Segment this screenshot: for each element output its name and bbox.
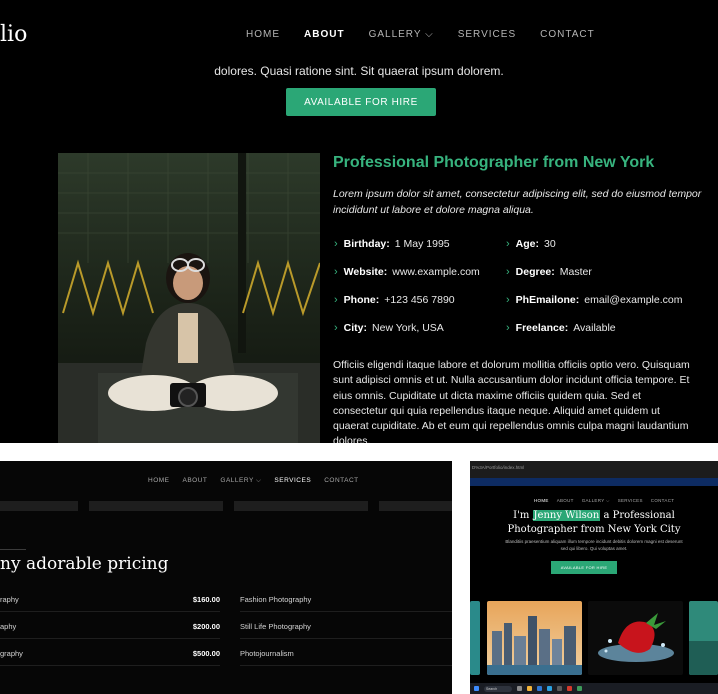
start-icon[interactable]	[474, 686, 479, 691]
price-row: Still Life Photography	[240, 614, 452, 639]
settings-icon[interactable]	[557, 686, 562, 691]
edge-icon[interactable]	[547, 686, 552, 691]
gallery-card[interactable]	[470, 601, 480, 675]
pricing-section-screenshot: HOME ABOUT GALLERY ⌵ SERVICES CONTACT ny…	[0, 461, 452, 694]
nav-about[interactable]: ABOUT	[183, 477, 208, 485]
chevron-right-icon: ›	[334, 294, 338, 306]
price-row: graphy $500.00	[0, 641, 220, 666]
price-row: Fashion Photography	[240, 587, 452, 612]
fact-degree: › Degree: Master	[506, 266, 592, 278]
browser-address-bar[interactable]: D%3A/Portfolio/index.html	[470, 461, 718, 478]
chevron-down-icon: ⌵	[425, 29, 434, 40]
chevron-right-icon: ›	[506, 322, 510, 334]
main-nav: HOME ABOUT GALLERY ⌵ SERVICES CONTACT	[246, 29, 595, 40]
available-for-hire-button[interactable]: AVAILABLE FOR HIRE	[551, 561, 617, 574]
folder-icon[interactable]	[527, 686, 532, 691]
nav-home[interactable]: HOME	[246, 29, 280, 40]
fact-website: › Website: www.example.com	[334, 266, 480, 278]
fact-age: › Age: 30	[506, 238, 556, 250]
pricing-title: ny adorable pricing	[0, 554, 169, 574]
hero-name-highlight: Jenny Wilson	[532, 510, 601, 521]
fact-birthday: › Birthday: 1 May 1995	[334, 238, 450, 250]
gallery-card-city[interactable]	[487, 601, 582, 675]
nav-contact[interactable]: CONTACT	[324, 477, 358, 485]
nav-gallery[interactable]: GALLERY ⌵	[369, 29, 434, 40]
browser-tab-strip	[470, 478, 718, 486]
nav-home[interactable]: HOME	[148, 477, 170, 485]
hero-title: I'm Jenny Wilson a Professional Photogra…	[507, 510, 681, 535]
chevron-down-icon: ⌵	[605, 498, 610, 503]
fact-phone: › Phone: +123 456 7890	[334, 294, 455, 306]
nav-about[interactable]: ABOUT	[304, 29, 345, 40]
nav-services[interactable]: SERVICES	[274, 477, 311, 485]
chevron-right-icon: ›	[334, 322, 338, 334]
gallery-card-strawberry[interactable]	[588, 601, 683, 675]
hero-section-screenshot: D%3A/Portfolio/index.html HOME ABOUT GAL…	[470, 461, 718, 694]
fact-city: › City: New York, USA	[334, 322, 444, 334]
chevron-right-icon: ›	[506, 294, 510, 306]
chevron-right-icon: ›	[506, 238, 510, 250]
task-view-icon[interactable]	[517, 686, 522, 691]
gallery-card[interactable]	[689, 601, 718, 675]
price-row: aphy $200.00	[0, 614, 220, 639]
taskbar-search[interactable]: Search	[484, 685, 512, 692]
fact-email: › PhEmailone: email@example.com	[506, 294, 683, 306]
hero-nav: HOME ABOUT GALLERY ⌵ SERVICES CONTACT	[534, 498, 674, 503]
site-logo[interactable]: lio	[0, 22, 27, 47]
chevron-right-icon: ›	[506, 266, 510, 278]
app-icon[interactable]	[577, 686, 582, 691]
nav-about[interactable]: ABOUT	[557, 498, 574, 503]
hero-subtitle: Blanditiis praesentium aliquam illum tem…	[505, 539, 683, 551]
intro-text: dolores. Quasi ratione sint. Sit quaerat…	[214, 64, 504, 78]
nav-services[interactable]: SERVICES	[458, 29, 516, 40]
facts-grid: › Birthday: 1 May 1995 › Age: 30 › Website: ww…	[334, 237, 714, 335]
thumbnail-strip	[89, 501, 223, 511]
browser-icon[interactable]	[537, 686, 542, 691]
nav-home[interactable]: HOME	[534, 498, 549, 503]
nav-contact[interactable]: CONTACT	[651, 498, 675, 503]
about-section-screenshot: lio HOME ABOUT GALLERY ⌵ SERVICES CONTAC…	[0, 0, 718, 443]
app-icon[interactable]	[567, 686, 572, 691]
about-body: Officiis eligendi itaque labore et dolor…	[333, 359, 690, 443]
fact-freelance: › Freelance: Available	[506, 322, 616, 334]
chevron-down-icon: ⌵	[255, 477, 262, 484]
section-divider	[0, 549, 26, 550]
nav-gallery[interactable]: GALLERY ⌵	[582, 498, 610, 503]
nav-contact[interactable]: CONTACT	[540, 29, 595, 40]
pricing-nav: HOME ABOUT GALLERY ⌵ SERVICES CONTACT	[148, 477, 359, 485]
chevron-right-icon: ›	[334, 238, 338, 250]
about-heading: Professional Photographer from New York	[333, 154, 655, 171]
available-for-hire-button[interactable]: AVAILABLE FOR HIRE	[286, 88, 436, 116]
price-row: raphy $160.00	[0, 587, 220, 612]
thumbnail-strip	[234, 501, 368, 511]
price-row: Photojournalism	[240, 641, 452, 666]
nav-gallery[interactable]: GALLERY ⌵	[220, 477, 261, 485]
photographer-photo	[58, 153, 320, 443]
thumbnail-strip	[379, 501, 452, 511]
about-lede: Lorem ipsum dolor sit amet, consectetur …	[333, 188, 702, 216]
chevron-right-icon: ›	[334, 266, 338, 278]
thumbnail-strip	[0, 501, 78, 511]
os-taskbar: Search	[470, 683, 718, 694]
nav-services[interactable]: SERVICES	[618, 498, 643, 503]
